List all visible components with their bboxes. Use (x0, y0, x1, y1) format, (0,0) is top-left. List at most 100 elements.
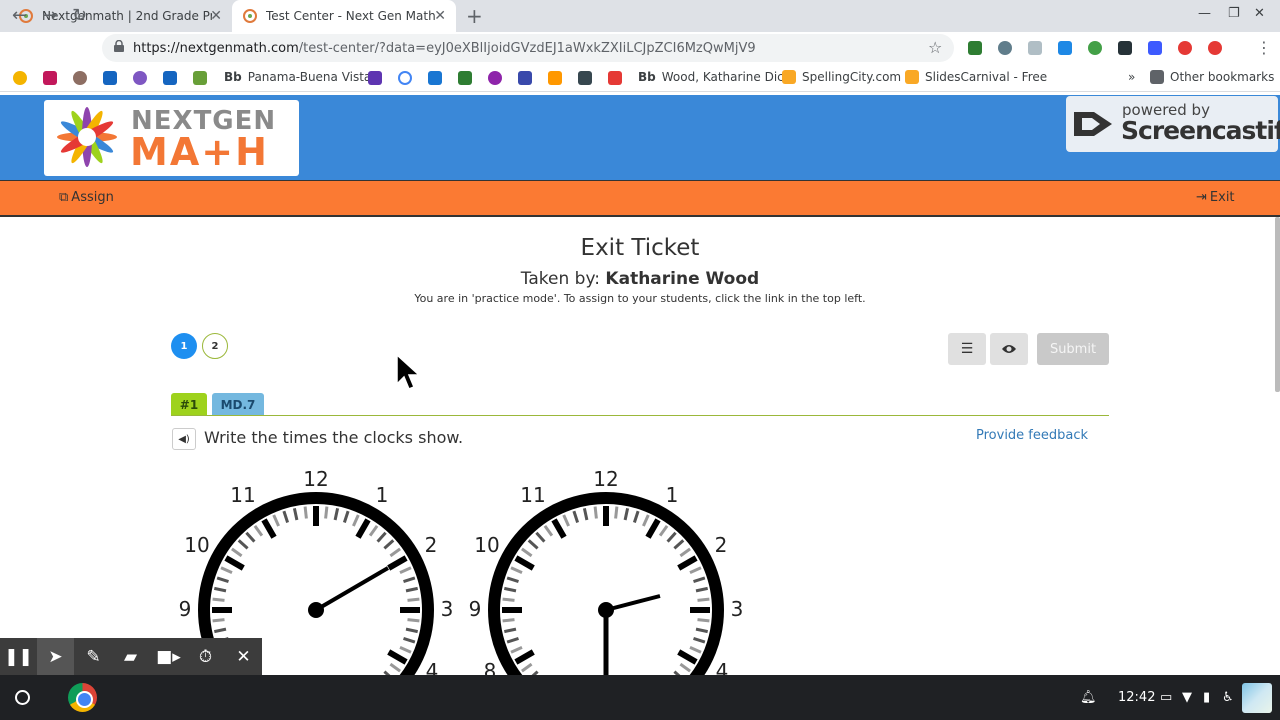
pen-icon: ✎ (86, 646, 101, 667)
submit-button[interactable]: Submit (1037, 333, 1109, 365)
bookmark-slidescarnival[interactable]: SlidesCarnival - Free (905, 70, 1047, 84)
speaker-icon: ◀) (178, 433, 190, 445)
reload-icon[interactable]: ↻ (72, 5, 87, 26)
minimize-icon[interactable]: — (1198, 6, 1211, 21)
close-toolbar-button[interactable]: ✕ (225, 638, 262, 675)
clock-pivot (598, 602, 614, 618)
extension-icon[interactable] (1148, 41, 1162, 55)
pointer-tool-button[interactable]: ➤ (37, 638, 74, 675)
extension-icon[interactable] (968, 41, 982, 55)
system-clock[interactable]: 12:42 (1118, 690, 1155, 705)
read-aloud-button[interactable]: ◀) (172, 428, 196, 450)
bookmark-spellingcity[interactable]: SpellingCity.com (782, 70, 901, 84)
blackboard-icon: Bb (224, 70, 242, 84)
page-scrollbar[interactable] (1275, 217, 1280, 392)
stopwatch-icon: ⏱ (198, 646, 213, 667)
bookmark-icon[interactable] (133, 71, 147, 85)
bookmark-star-icon[interactable]: ☆ (928, 38, 942, 57)
bookmark-icon[interactable] (193, 71, 207, 85)
forward-arrow-icon[interactable]: → (42, 5, 57, 26)
bookmark-icon[interactable] (578, 71, 592, 85)
restore-icon[interactable]: ❐ (1228, 6, 1240, 21)
blackboard-icon: Bb (638, 70, 656, 84)
clock-tick (593, 506, 598, 519)
clock-tick (697, 618, 710, 623)
clock-tick (697, 597, 710, 602)
lock-icon (114, 40, 124, 52)
question-nav-2[interactable]: 2 (202, 333, 228, 359)
close-tab-icon[interactable]: ✕ (210, 8, 222, 24)
extension-icon[interactable] (1028, 41, 1042, 55)
add-extension-icon[interactable] (1088, 41, 1102, 55)
clock-tick (407, 597, 420, 602)
close-window-icon[interactable]: ✕ (1254, 6, 1265, 21)
clock-number: 10 (184, 533, 209, 557)
question-nav-1[interactable]: 1 (171, 333, 197, 359)
user-avatar[interactable] (1242, 683, 1272, 713)
accessibility-icon[interactable]: ♿︎ (1222, 690, 1234, 705)
url-text[interactable]: https://nextgenmath.com/test-center/?dat… (133, 41, 756, 56)
opera-icon[interactable] (1208, 41, 1222, 55)
notification-bell-icon[interactable]: 🔔︎ (1080, 690, 1097, 705)
clock-tick (614, 506, 619, 519)
clock-tick (324, 506, 329, 519)
outlook-icon[interactable] (103, 71, 117, 85)
clock-number: 3 (441, 597, 454, 621)
pause-icon: ❚❚ (4, 646, 33, 667)
google-classroom-icon[interactable] (1058, 41, 1072, 55)
bookmark-icon[interactable] (458, 71, 472, 85)
browser-menu-icon[interactable]: ⋮ (1256, 38, 1272, 57)
screen-icon[interactable]: ▭ (1160, 690, 1172, 705)
pause-recording-button[interactable]: ❚❚ (0, 638, 37, 675)
clock-number: 1 (666, 483, 679, 507)
battery-icon[interactable]: ▮ (1203, 690, 1210, 705)
clock-number: 4 (716, 659, 729, 676)
list-view-button[interactable]: ☰ (948, 333, 986, 365)
cursor-icon: ➤ (48, 646, 63, 667)
question-number-tag: #1 (171, 393, 207, 416)
bookmark-icon[interactable] (488, 71, 502, 85)
extension-icon[interactable] (998, 41, 1012, 55)
eraser-tool-button[interactable]: ▰ (112, 638, 149, 675)
bookmark-icon[interactable] (368, 71, 382, 85)
bookmarks-overflow-chevron-icon[interactable]: » (1128, 70, 1135, 84)
extension-icon[interactable] (1178, 41, 1192, 55)
back-arrow-icon[interactable]: ← (12, 5, 27, 26)
bookmark-wood-katharine[interactable]: Bb Wood, Katharine Dic (638, 70, 784, 84)
list-icon: ☰ (960, 341, 974, 357)
amazon-icon[interactable] (548, 71, 562, 85)
tab-test-center[interactable]: Test Center - Next Gen Math ✕ (232, 0, 456, 32)
new-tab-button[interactable]: + (466, 4, 483, 28)
webcam-button[interactable]: ■▸ (150, 638, 187, 675)
bookmark-panama-buena-vista[interactable]: Bb Panama-Buena Vista (224, 70, 371, 84)
clock-number: 11 (230, 483, 255, 507)
close-tab-icon[interactable]: ✕ (434, 8, 446, 24)
assign-link[interactable]: ⧉ Assign (59, 190, 114, 205)
bookmark-icon[interactable] (518, 71, 532, 85)
screencastify-extension-icon[interactable] (1118, 41, 1132, 55)
clock-number: 12 (593, 467, 618, 491)
standard-tag[interactable]: MD.7 (212, 393, 264, 416)
star-bookmark-icon[interactable] (428, 71, 442, 85)
clock-number: 3 (731, 597, 744, 621)
bookmark-icon[interactable] (163, 71, 177, 85)
launcher-icon[interactable] (15, 690, 30, 705)
chrome-app-icon[interactable] (68, 683, 97, 712)
clock-number: 9 (469, 597, 482, 621)
exit-link[interactable]: ⇥ Exit (1196, 190, 1235, 205)
taken-by: Taken by: Katharine Wood (520, 269, 760, 289)
preview-button[interactable] (990, 333, 1028, 365)
google-icon[interactable] (398, 71, 412, 85)
external-link-icon: ⧉ (59, 190, 69, 205)
eraser-icon: ▰ (123, 646, 138, 667)
bookmark-icon[interactable] (43, 71, 57, 85)
bookmark-icon[interactable] (608, 71, 622, 85)
wifi-icon[interactable]: ▼ (1182, 690, 1192, 705)
video-camera-icon: ■▸ (156, 646, 181, 667)
bookmark-icon[interactable] (13, 71, 27, 85)
pen-tool-button[interactable]: ✎ (75, 638, 112, 675)
timer-button[interactable]: ⏱ (187, 638, 224, 675)
other-bookmarks-folder[interactable]: Other bookmarks (1150, 70, 1274, 84)
provide-feedback-link[interactable]: Provide feedback (976, 428, 1088, 443)
bookmark-icon[interactable] (73, 71, 87, 85)
